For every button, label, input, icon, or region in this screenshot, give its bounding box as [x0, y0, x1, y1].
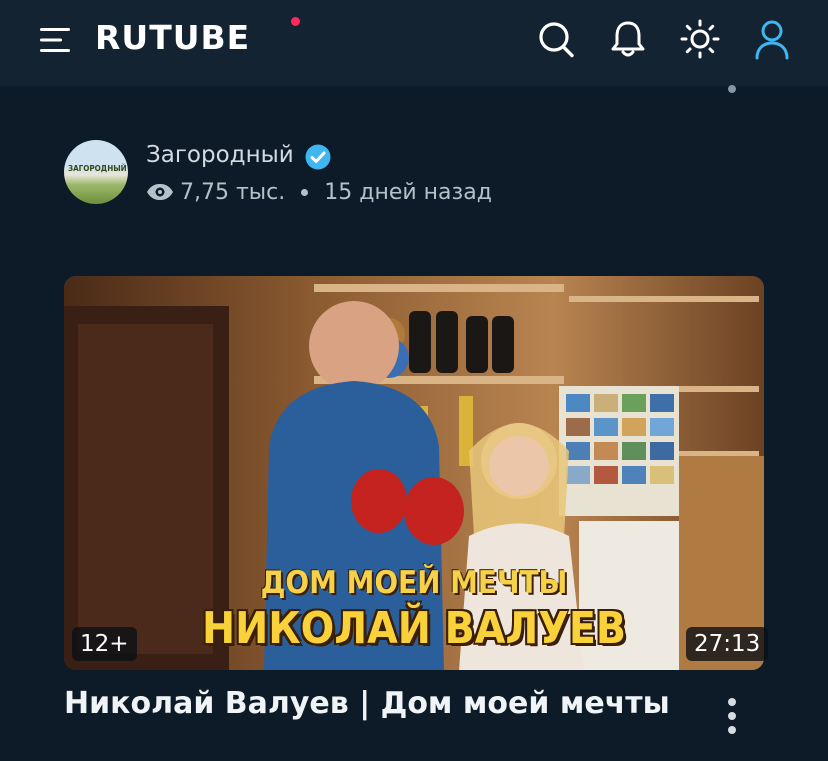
video-meta: 7,75 тыс. 15 дней назад: [146, 177, 492, 207]
video-title[interactable]: Николай Валуев | Дом моей мечты: [64, 686, 670, 721]
channel-avatar[interactable]: ЗАГОРОДНЫЙ: [64, 140, 128, 204]
rutube-logo[interactable]: RUTUBE: [95, 18, 250, 57]
logo-dot: [291, 17, 300, 26]
search-icon[interactable]: [536, 18, 576, 60]
age-rating-badge: 12+: [72, 627, 137, 661]
user-icon[interactable]: [752, 18, 792, 60]
more-options-dot[interactable]: [728, 85, 736, 93]
verified-icon: [305, 144, 331, 170]
kebab-dot: [728, 712, 736, 720]
top-header: RUTUBE: [0, 0, 828, 86]
thumbnail-title: НИКОЛАЙ ВАЛУЕВ: [201, 603, 627, 654]
eye-icon: [147, 184, 173, 200]
duration-badge: 27:13: [686, 627, 769, 661]
publish-date: 15 дней назад: [324, 179, 492, 205]
views-count: 7,75 тыс.: [180, 179, 286, 205]
video-thumbnail[interactable]: ДОМ МОЕЙ МЕЧТЫ НИКОЛАЙ ВАЛУЕВ: [64, 276, 764, 670]
channel-name[interactable]: Загородный: [146, 142, 294, 168]
thumbnail-subtitle: ДОМ МОЕЙ МЕЧТЫ: [260, 565, 568, 601]
bell-icon[interactable]: [608, 18, 648, 60]
kebab-dot: [728, 698, 736, 706]
kebab-dot: [728, 726, 736, 734]
avatar-logo-text: ЗАГОРОДНЫЙ: [68, 164, 127, 173]
menu-icon[interactable]: [40, 26, 72, 54]
more-options-button[interactable]: [722, 698, 742, 740]
separator-dot: [301, 188, 309, 196]
sun-icon[interactable]: [680, 18, 720, 60]
